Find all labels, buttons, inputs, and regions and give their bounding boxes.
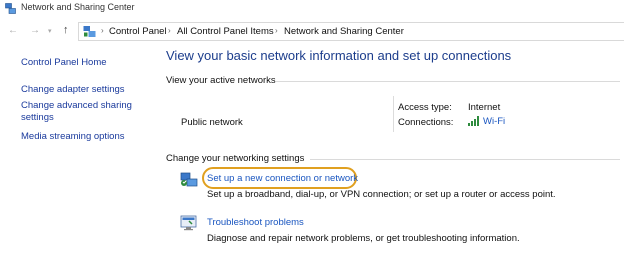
network-name: Public network: [181, 117, 243, 128]
title-bar: Network and Sharing Center: [0, 0, 624, 17]
sidebar: Control Panel Home Change adapter settin…: [0, 43, 150, 274]
arrow-up-icon[interactable]: ↑: [63, 24, 69, 36]
breadcrumb-all-items[interactable]: All Control Panel Items: [177, 26, 274, 37]
setup-connection-link[interactable]: Set up a new connection or network: [207, 173, 358, 184]
window-title: Network and Sharing Center: [21, 2, 135, 12]
chevron-right-icon[interactable]: ›: [275, 26, 278, 35]
section-divider: [310, 159, 620, 160]
breadcrumb-network-sharing-center[interactable]: Network and Sharing Center: [284, 26, 404, 37]
chevron-down-icon[interactable]: ▾: [48, 26, 52, 38]
network-sharing-center-icon: [5, 3, 16, 14]
chevron-right-icon[interactable]: ›: [101, 26, 104, 35]
arrow-right-icon[interactable]: →: [30, 25, 40, 37]
sidebar-item-change-adapter-settings[interactable]: Change adapter settings: [21, 84, 146, 96]
main-content: View your basic network information and …: [150, 43, 624, 274]
troubleshoot-description: Diagnose and repair network problems, or…: [207, 233, 520, 244]
connections-value: Wi-Fi: [468, 116, 505, 127]
arrow-left-icon[interactable]: ←: [8, 25, 18, 37]
sidebar-item-control-panel-home[interactable]: Control Panel Home: [21, 57, 146, 69]
troubleshoot-icon: [180, 215, 197, 231]
page-title: View your basic network information and …: [166, 48, 512, 63]
access-type-label: Access type:: [398, 102, 452, 113]
wifi-signal-icon: [468, 116, 479, 127]
sidebar-item-media-streaming-options[interactable]: Media streaming options: [21, 131, 146, 143]
connections-label: Connections:: [398, 117, 454, 128]
address-bar: ← → ▾ ↑ › Control Panel › All Control Pa…: [0, 20, 624, 43]
setup-connection-description: Set up a broadband, dial-up, or VPN conn…: [207, 189, 556, 200]
sidebar-item-change-advanced-sharing-settings[interactable]: Change advanced sharing settings: [21, 100, 146, 124]
access-type-value: Internet: [468, 102, 501, 113]
breadcrumb-control-panel[interactable]: Control Panel: [109, 26, 167, 37]
section-divider: [276, 81, 620, 82]
chevron-right-icon[interactable]: ›: [168, 26, 171, 35]
network-setup-icon: [180, 172, 198, 187]
networking-settings-heading: Change your networking settings: [166, 153, 305, 164]
control-panel-icon: [83, 26, 96, 37]
active-networks-heading: View your active networks: [166, 75, 276, 86]
breadcrumb[interactable]: › Control Panel › All Control Panel Item…: [78, 22, 624, 41]
troubleshoot-link[interactable]: Troubleshoot problems: [207, 217, 304, 228]
network-divider: [393, 96, 394, 132]
wifi-connection-link[interactable]: Wi-Fi: [483, 116, 505, 127]
